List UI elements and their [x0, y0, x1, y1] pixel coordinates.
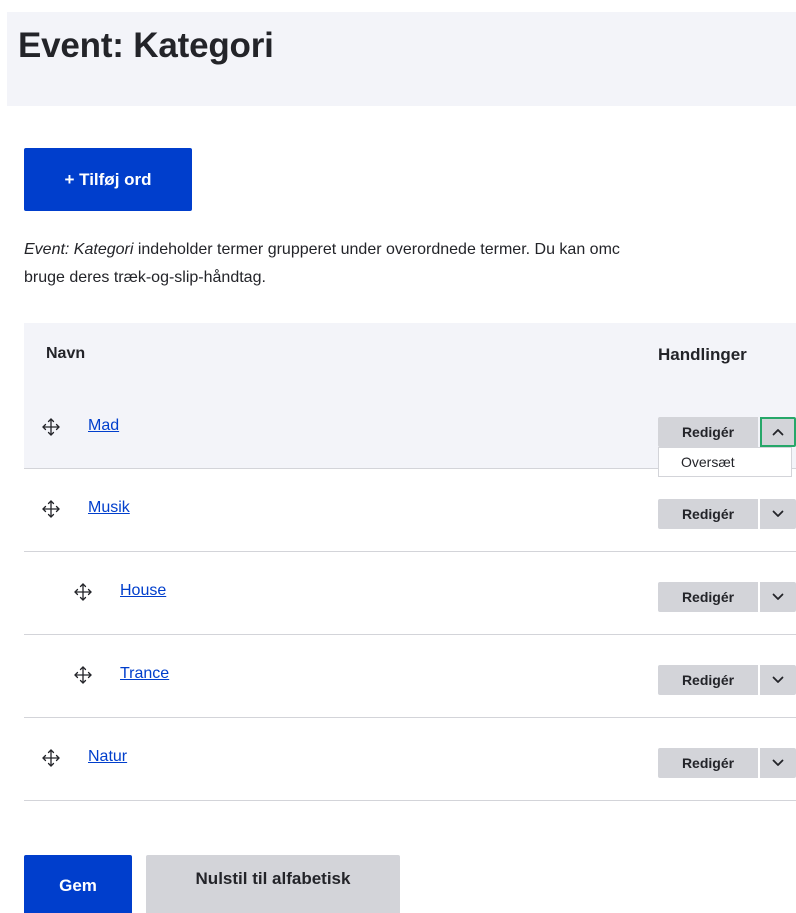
- chevron-down-icon[interactable]: [760, 748, 796, 778]
- drag-handle-icon[interactable]: [72, 664, 94, 686]
- edit-button[interactable]: Redigér: [658, 582, 758, 612]
- operations-dropbutton: Redigér: [658, 417, 796, 447]
- vocabulary-name: Event: Kategori: [24, 241, 134, 258]
- operations-dropbutton: Redigér: [658, 499, 796, 529]
- add-term-button[interactable]: + Tilføj ord: [24, 148, 192, 211]
- reset-alphabetical-button[interactable]: Nulstil til alfabetisk: [146, 855, 400, 913]
- column-header-name: Navn: [46, 345, 86, 362]
- operations-dropbutton: Redigér: [658, 582, 796, 612]
- description-line-1: Event: Kategori indeholder termer gruppe…: [24, 236, 796, 264]
- term-link[interactable]: House: [120, 582, 166, 600]
- edit-button[interactable]: Redigér: [658, 665, 758, 695]
- table-row: Musik Redigér: [24, 469, 796, 552]
- drag-handle-icon[interactable]: [40, 416, 62, 438]
- column-header-actions: Handlinger: [658, 345, 747, 364]
- operations-dropbutton: Redigér: [658, 748, 796, 778]
- chevron-down-icon[interactable]: [760, 665, 796, 695]
- edit-button[interactable]: Redigér: [658, 499, 758, 529]
- chevron-up-icon[interactable]: [760, 417, 796, 447]
- description: Event: Kategori indeholder termer gruppe…: [24, 236, 796, 292]
- drag-handle-icon[interactable]: [40, 747, 62, 769]
- chevron-down-icon[interactable]: [760, 582, 796, 612]
- term-link[interactable]: Musik: [88, 499, 130, 517]
- terms-table: Navn Handlinger Mad Redigér Musik Redigér Ho…: [24, 323, 796, 801]
- term-link[interactable]: Natur: [88, 748, 127, 766]
- dropdown-translate-item[interactable]: Oversæt: [658, 447, 792, 477]
- table-row: Natur Redigér: [24, 718, 796, 801]
- term-link[interactable]: Mad: [88, 417, 119, 435]
- operations-dropbutton: Redigér: [658, 665, 796, 695]
- table-row: House Redigér: [24, 552, 796, 635]
- page-title: Event: Kategori: [18, 26, 274, 65]
- chevron-down-icon[interactable]: [760, 499, 796, 529]
- edit-button[interactable]: Redigér: [658, 748, 758, 778]
- table-header: Navn Handlinger: [24, 323, 796, 387]
- drag-handle-icon[interactable]: [40, 498, 62, 520]
- drag-handle-icon[interactable]: [72, 581, 94, 603]
- table-row: Trance Redigér: [24, 635, 796, 718]
- description-line-2: bruge deres træk-og-slip-håndtag.: [24, 269, 266, 286]
- term-link[interactable]: Trance: [120, 665, 169, 683]
- save-button[interactable]: Gem: [24, 855, 132, 913]
- description-text: indeholder termer grupperet under overor…: [133, 241, 620, 258]
- edit-button[interactable]: Redigér: [658, 417, 758, 447]
